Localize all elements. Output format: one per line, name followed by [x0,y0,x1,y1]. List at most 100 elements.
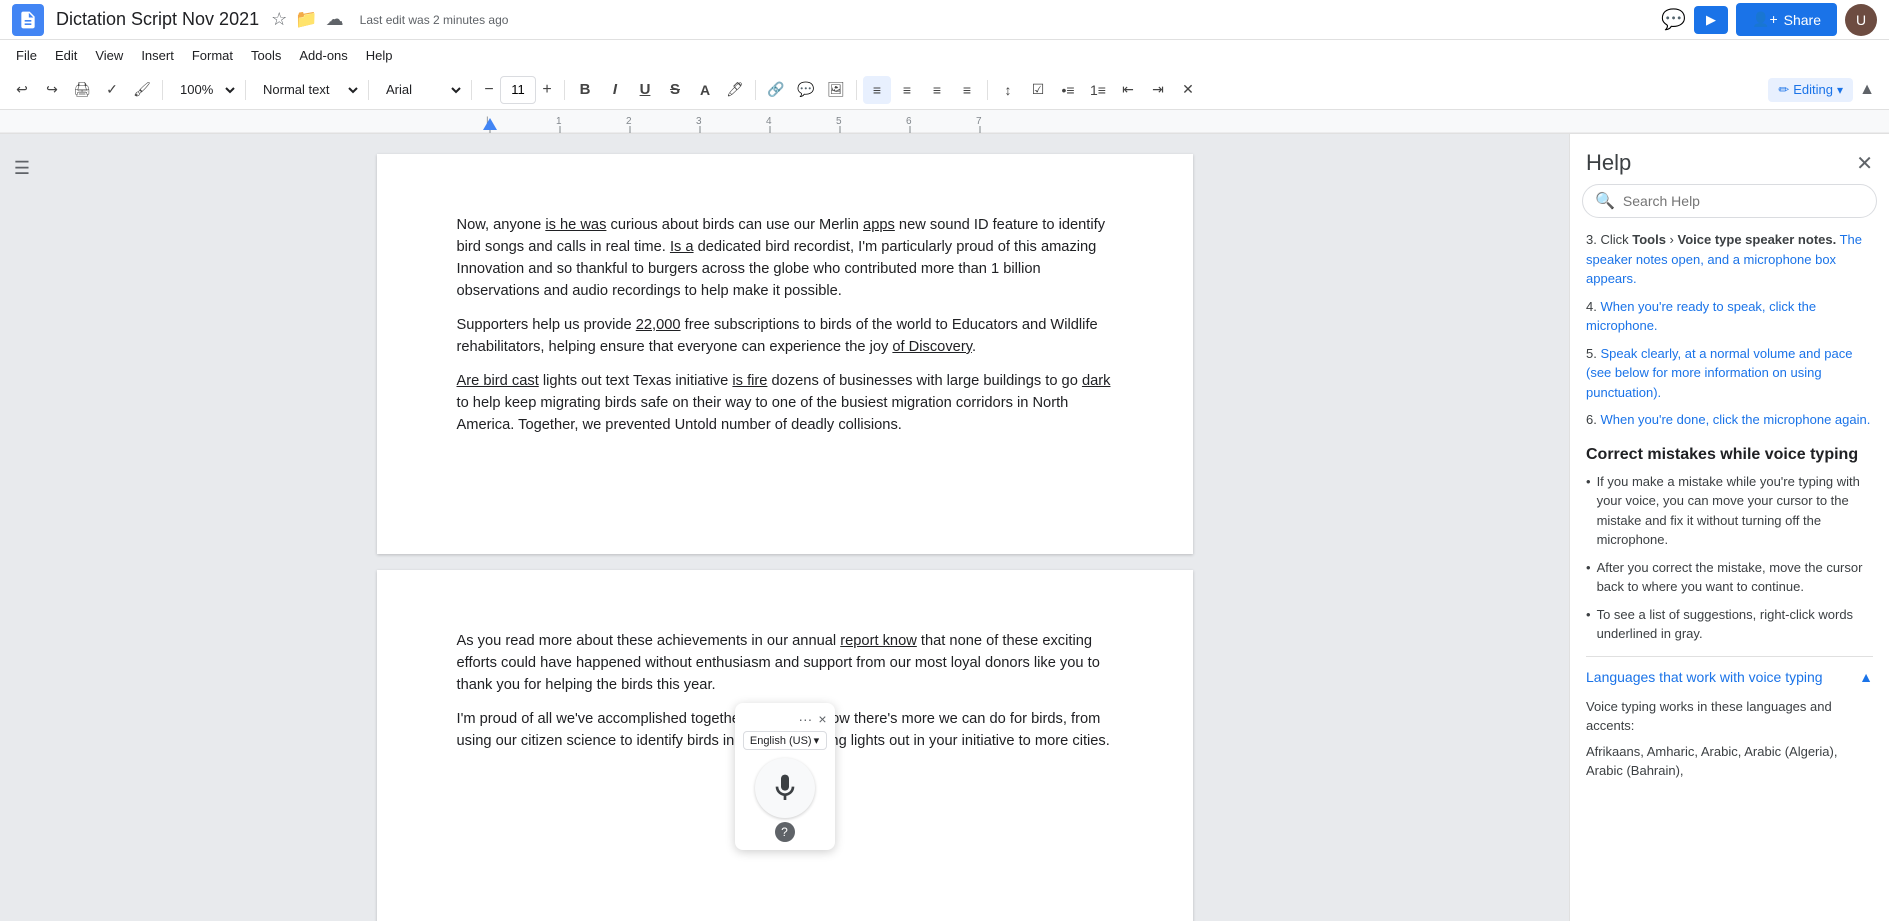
toolbar-end: ✏ Editing ▾ ▲ [1760,76,1881,104]
highlight-button[interactable]: 🖊 [721,76,749,104]
divider-1 [162,80,163,100]
checklist-button[interactable]: ☑ [1024,76,1052,104]
align-justify-button[interactable]: ≡ [953,76,981,104]
doc-content-page1[interactable]: Now, anyone is he was curious about bird… [457,214,1113,436]
title-icons: ☆ 📁 ☁ [271,9,344,30]
voice-widget-close-button[interactable]: × [818,711,826,727]
paragraph-4: As you read more about these achievement… [457,630,1113,696]
cloud-icon[interactable]: ☁ [326,9,344,30]
voice-language-selector[interactable]: English (US) ▾ [743,731,827,750]
align-right-button[interactable]: ≡ [923,76,951,104]
divider-2 [245,80,246,100]
redo-button[interactable]: ↪ [38,76,66,104]
svg-text:3: 3 [696,116,702,127]
line-spacing-button[interactable]: ↕ [994,76,1022,104]
menu-bar: File Edit View Insert Format Tools Add-o… [0,40,1889,70]
help-step4-link: When you're ready to speak, click the mi… [1586,299,1816,334]
svg-text:6: 6 [906,116,912,127]
underline-button[interactable]: U [631,76,659,104]
share-icon: 👤+ [1752,11,1778,28]
decrease-indent-button[interactable]: ⇤ [1114,76,1142,104]
title-bar: Dictation Script Nov 2021 ☆ 📁 ☁ Last edi… [0,0,1889,40]
voice-lang-chevron: ▾ [814,734,820,747]
editing-chevron-icon: ▾ [1837,83,1843,97]
bullet-list-button[interactable]: •≡ [1054,76,1082,104]
help-panel-title: Help [1586,150,1631,176]
font-size-increase[interactable]: + [536,79,558,101]
clear-format-button[interactable]: ✕ [1174,76,1202,104]
editing-mode-button[interactable]: ✏ Editing ▾ [1768,78,1853,102]
divider-4 [471,80,472,100]
search-icon: 🔍 [1595,191,1615,211]
comments-button[interactable]: 💬 [1661,7,1686,32]
menu-tools[interactable]: Tools [243,44,289,67]
editing-label: Editing [1793,82,1833,97]
menu-insert[interactable]: Insert [133,44,182,67]
font-size-decrease[interactable]: − [478,79,500,101]
help-panel-close-button[interactable]: ✕ [1856,151,1873,176]
toolbar-collapse-button[interactable]: ▲ [1853,76,1881,104]
font-size-input[interactable] [500,76,536,104]
svg-text:4: 4 [766,116,772,127]
paragraph-style-select[interactable]: Normal textHeading 1Heading 2 [252,76,362,104]
italic-button[interactable]: I [601,76,629,104]
align-center-button[interactable]: ≡ [893,76,921,104]
numbered-list-button[interactable]: 1≡ [1084,76,1112,104]
document-area[interactable]: ☰ Now, anyone is he was curious about bi… [0,134,1569,921]
languages-chevron-icon: ▲ [1859,669,1873,685]
menu-format[interactable]: Format [184,44,241,67]
menu-view[interactable]: View [87,44,131,67]
app-icon[interactable] [12,4,44,36]
link-button[interactable]: 🔗 [762,76,790,104]
divider-6 [755,80,756,100]
help-panel-header: Help ✕ [1570,134,1889,184]
spellcheck-button[interactable]: ✓ [98,76,126,104]
menu-help[interactable]: Help [358,44,401,67]
help-search-box[interactable]: 🔍 [1582,184,1877,218]
zoom-select[interactable]: 100%75%125% [169,76,239,104]
strikethrough-button[interactable]: S [661,76,689,104]
menu-edit[interactable]: Edit [47,44,85,67]
align-left-button[interactable]: ≡ [863,76,891,104]
help-bullet-3: To see a list of suggestions, right-clic… [1586,605,1873,644]
bullet-3-text: To see a list of suggestions, right-clic… [1597,605,1873,644]
help-step6-link: When you're done, click the microphone a… [1600,412,1870,427]
help-step5-link: Speak clearly, at a normal volume and pa… [1586,346,1852,400]
sidebar-toggle-button[interactable]: ☰ [8,154,36,182]
menu-addons[interactable]: Add-ons [291,44,355,67]
image-button[interactable]: 🖼 [822,76,850,104]
languages-title: Languages that work with voice typing [1586,669,1823,685]
doc-title: Dictation Script Nov 2021 [56,9,259,30]
share-button[interactable]: 👤+ Share [1736,3,1837,36]
main-layout: ☰ Now, anyone is he was curious about bi… [0,134,1889,921]
menu-file[interactable]: File [8,44,45,67]
undo-button[interactable]: ↩ [8,76,36,104]
document-page-2: As you read more about these achievement… [377,570,1193,921]
languages-collapsible-header[interactable]: Languages that work with voice typing ▲ [1586,657,1873,697]
present-button[interactable]: ▶ [1694,6,1728,34]
text-color-button[interactable]: A [691,76,719,104]
present-icon: ▶ [1706,12,1716,28]
paintformat-button[interactable]: 🖌 [128,76,156,104]
star-icon[interactable]: ☆ [271,9,287,30]
print-button[interactable]: 🖨 [68,76,96,104]
voice-widget-menu-button[interactable]: ··· [798,711,812,727]
voice-microphone-button[interactable] [755,758,815,818]
voice-help-button[interactable]: ? [775,822,795,842]
correct-mistakes-title: Correct mistakes while voice typing [1586,446,1873,464]
user-avatar[interactable]: U [1845,4,1877,36]
bullet-1-text: If you make a mistake while you're typin… [1597,472,1873,550]
font-select[interactable]: ArialTimes New RomanVerdana [375,76,465,104]
ruler-content: | 1 2 3 4 5 6 7 [0,110,1889,133]
help-step-3: 3. Click Tools › Voice type speaker note… [1586,230,1873,289]
divider-8 [987,80,988,100]
folder-icon[interactable]: 📁 [295,9,317,30]
bold-button[interactable]: B [571,76,599,104]
languages-collapsible: Languages that work with voice typing ▲ … [1586,656,1873,793]
help-step-6: 6. When you're done, click the microphon… [1586,410,1873,430]
paragraph-1: Now, anyone is he was curious about bird… [457,214,1113,302]
editing-pencil-icon: ✏ [1778,82,1789,98]
help-search-input[interactable] [1623,193,1864,209]
increase-indent-button[interactable]: ⇥ [1144,76,1172,104]
comment-inline-button[interactable]: 💬 [792,76,820,104]
